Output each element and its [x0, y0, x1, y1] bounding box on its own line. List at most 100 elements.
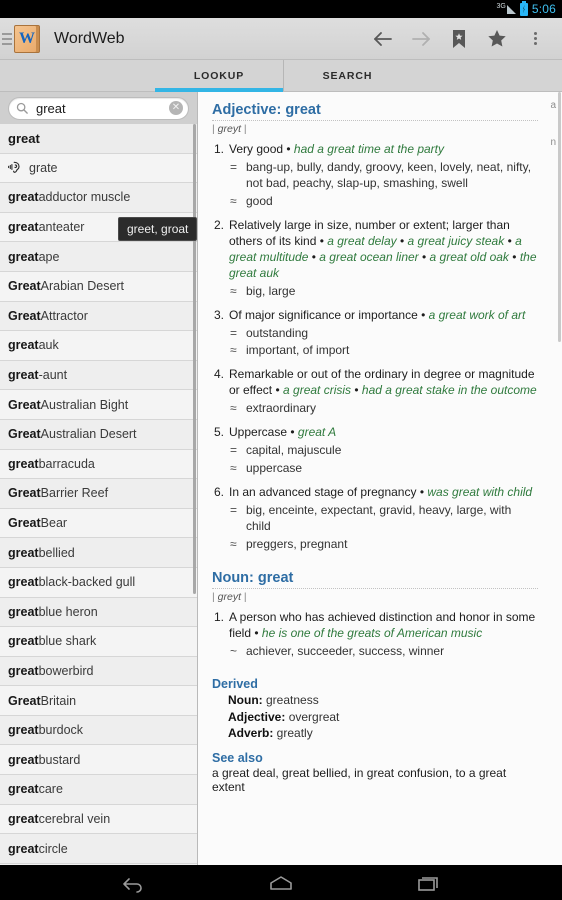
noun-senses: 1. A person who has achieved distinction … [212, 610, 538, 668]
android-recents-button[interactable] [415, 873, 443, 893]
word-label: ape [38, 249, 60, 264]
derived-word[interactable]: greatly [273, 726, 313, 740]
definition-pane[interactable]: a n Adjective: great | greyt | 1. Very go… [198, 92, 562, 885]
derived-word[interactable]: overgreat [285, 710, 340, 724]
example-separator: • [316, 233, 328, 248]
tab-lookup[interactable]: LOOKUP [155, 60, 283, 92]
word-label: Britain [40, 693, 77, 708]
word-list-item[interactable]: great blue shark [0, 627, 197, 657]
word-list-item[interactable]: great circle [0, 834, 197, 864]
drawer-handle[interactable] [0, 18, 12, 60]
word-match-prefix: great [8, 338, 39, 353]
word-list-item[interactable]: Great Bear [0, 508, 197, 539]
sense-example: had a great time at the party [293, 142, 445, 156]
part-of-speech-index[interactable]: a n [550, 100, 556, 148]
word-list-item[interactable]: grate [0, 153, 197, 184]
definition-scrollbar[interactable] [558, 92, 561, 342]
relation-words[interactable]: extraordinary [246, 401, 538, 417]
derived-word[interactable]: greatness [263, 693, 319, 707]
word-list-item[interactable]: Great Australian Bight [0, 390, 197, 420]
noun-section: Noun: great | greyt | 1. A person who has… [212, 570, 538, 668]
relation-words[interactable]: good [246, 194, 538, 210]
word-list-item[interactable]: Great Arabian Desert [0, 271, 197, 302]
word-list-item[interactable]: great -aunt [0, 360, 197, 391]
example-separator: • [287, 425, 298, 440]
relation-words[interactable]: important, of import [246, 343, 538, 359]
word-list-item[interactable]: great bellied [0, 538, 197, 568]
word-list-item[interactable]: great care [0, 775, 197, 805]
word-list-item[interactable]: great bustard [0, 745, 197, 776]
tab-search[interactable]: SEARCH [283, 60, 411, 91]
word-label: circle [38, 841, 68, 856]
example-separator: • [308, 249, 320, 264]
word-label: blue heron [38, 604, 98, 619]
forward-button[interactable] [402, 18, 440, 60]
sense: 4. Remarkable or out of the ordinary in d… [212, 367, 538, 399]
example-separator: • [416, 485, 428, 500]
search-input[interactable]: great [28, 101, 169, 116]
word-list-item[interactable]: great bowerbird [0, 656, 197, 687]
favourite-button[interactable] [478, 18, 516, 60]
derived-pos: Noun: [228, 692, 263, 707]
sense-example: was great with child [427, 485, 533, 500]
word-list-item[interactable]: great adductor muscle [0, 183, 197, 213]
relation-words[interactable]: big, enceinte, expectant, gravid, heavy,… [246, 503, 538, 535]
android-back-icon [123, 877, 143, 893]
derived-row[interactable]: Adjective: overgreat [212, 709, 538, 726]
word-list-item[interactable]: Great Attractor [0, 301, 197, 332]
relation-words[interactable]: preggers, pregnant [246, 537, 538, 553]
back-button[interactable] [364, 18, 402, 60]
sounds-like-icon[interactable] [8, 161, 24, 174]
sense-text: Of major significance or importance • a … [229, 308, 538, 324]
word-list-item[interactable]: great barracuda [0, 449, 197, 480]
word-list-item[interactable]: great auk [0, 331, 197, 361]
word-list-item[interactable]: great [0, 124, 197, 154]
word-match-prefix: great [8, 663, 39, 678]
overflow-menu-button[interactable] [516, 18, 554, 60]
app-logo-icon[interactable]: W [14, 24, 40, 53]
derived-heading: Derived [212, 676, 258, 691]
word-list-item[interactable]: Great Barrier Reef [0, 479, 197, 509]
word-label: barracuda [38, 456, 95, 471]
word-label: auk [38, 338, 59, 353]
word-label: Australian Bight [40, 397, 129, 412]
word-list-item[interactable]: great cerebral vein [0, 804, 197, 835]
relation-words[interactable]: achiever, succeeder, success, winner [246, 644, 538, 660]
sense-relation: ≈ extraordinary [212, 401, 538, 417]
relation-words[interactable]: uppercase [246, 461, 538, 477]
android-back-button[interactable] [119, 873, 147, 893]
relation-words[interactable]: big, large [246, 284, 538, 300]
see-also-text[interactable]: a great deal, great bellied, in great co… [212, 766, 538, 794]
bookmark-icon [453, 29, 465, 48]
relation-words[interactable]: outstanding [246, 326, 538, 342]
word-list-item[interactable]: great blue heron [0, 597, 197, 628]
derived-row[interactable]: Noun: greatness [212, 692, 538, 709]
noun-pronunciation: | greyt | [212, 590, 247, 603]
sounds-like-icon [8, 162, 20, 174]
word-label: bustard [38, 752, 81, 767]
sense-relation: = big, enceinte, expectant, gravid, heavy… [212, 503, 538, 535]
search-box[interactable]: great ✕ [8, 96, 189, 120]
adjective-pronunciation-value: greyt [217, 123, 241, 135]
sense-example: a great work of art [428, 307, 526, 322]
derived-section: Derived Noun: greatness Adjective: overgr… [212, 677, 538, 742]
derived-row[interactable]: Adverb: greatly [212, 725, 538, 742]
word-list-item[interactable]: Great Britain [0, 686, 197, 716]
status-bar: 3G 5:06 [0, 0, 562, 18]
sense-example: a great delay [327, 233, 397, 248]
pos-index-adjective[interactable]: a [550, 100, 556, 111]
relation-words[interactable]: capital, majuscule [246, 443, 538, 459]
sense-relation: = bang-up, bully, dandy, groovy, keen, lo… [212, 160, 538, 192]
clear-search-icon[interactable]: ✕ [169, 101, 183, 115]
word-match-prefix: great [8, 634, 39, 649]
word-list-item[interactable]: Great Australian Desert [0, 419, 197, 450]
word-list-scrollbar[interactable] [193, 124, 196, 594]
android-home-button[interactable] [266, 873, 296, 893]
word-list-item[interactable]: great black-backed gull [0, 567, 197, 598]
word-list-item[interactable]: great burdock [0, 715, 197, 746]
pos-index-noun[interactable]: n [550, 137, 556, 148]
bookmark-button[interactable] [440, 18, 478, 60]
sense-relation: ≈ important, of import [212, 343, 538, 359]
relation-words[interactable]: bang-up, bully, dandy, groovy, keen, lov… [246, 160, 538, 192]
word-list-item[interactable]: great ape [0, 242, 197, 272]
